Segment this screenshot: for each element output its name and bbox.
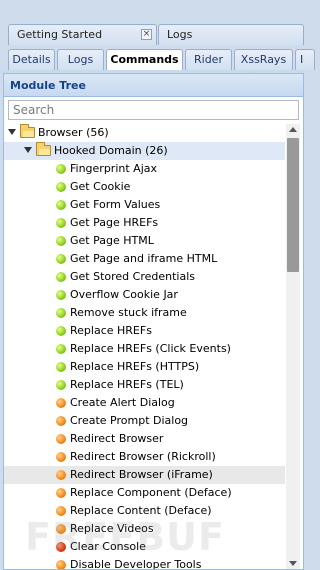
status-orange-icon: [56, 434, 66, 444]
panel-title: Module Tree: [4, 74, 303, 97]
module-label: Create Prompt Dialog: [70, 414, 189, 427]
tab-label: Getting Started: [17, 28, 103, 41]
status-orange-icon: [56, 452, 66, 462]
status-green-icon: [56, 308, 66, 318]
tab-details[interactable]: Details: [8, 49, 55, 70]
module-item[interactable]: Get Cookie: [4, 178, 285, 196]
vertical-scrollbar[interactable]: [286, 124, 300, 569]
module-label: Redirect Browser (iFrame): [70, 468, 213, 481]
status-green-icon: [56, 326, 66, 336]
module-item[interactable]: Replace HREFs (HTTPS): [4, 358, 285, 376]
scrollbar-thumb[interactable]: [287, 138, 299, 272]
folder-open-icon: [36, 142, 51, 156]
module-label: Replace HREFs (Click Events): [70, 342, 231, 355]
tab-label: XssRays: [240, 53, 287, 66]
module-label: Get Page HTML: [70, 234, 154, 247]
module-item[interactable]: Get Page HREFs: [4, 214, 285, 232]
status-green-icon: [56, 254, 66, 264]
tree-node-label: Browser (56): [38, 126, 109, 139]
tree-node-hooked-domain[interactable]: Hooked Domain (26): [4, 142, 285, 160]
status-orange-icon: [56, 416, 66, 426]
module-item[interactable]: Replace HREFs (Click Events): [4, 340, 285, 358]
status-orange-icon: [56, 398, 66, 408]
status-green-icon: [56, 182, 66, 192]
module-label: Redirect Browser: [70, 432, 164, 445]
module-item[interactable]: Get Form Values: [4, 196, 285, 214]
scroll-down-icon[interactable]: [289, 561, 297, 566]
status-orange-icon: [56, 470, 66, 480]
tab-logs-top[interactable]: Logs: [158, 24, 304, 45]
module-label: Replace HREFs (HTTPS): [70, 360, 200, 373]
module-item[interactable]: Replace HREFs (TEL): [4, 376, 285, 394]
module-item[interactable]: Replace Component (Deface): [4, 484, 285, 502]
tree-node-browser[interactable]: Browser (56): [4, 124, 285, 142]
chevron-down-icon[interactable]: [8, 129, 16, 135]
module-item[interactable]: Create Prompt Dialog: [4, 412, 285, 430]
module-label: Redirect Browser (Rickroll): [70, 450, 216, 463]
module-label: Get Stored Credentials: [70, 270, 196, 283]
module-item[interactable]: Redirect Browser (iFrame): [4, 466, 285, 484]
module-tree-panel: Module Tree Browser (56) Hooked Domain (…: [3, 73, 304, 570]
module-label: Replace Component (Deface): [70, 486, 232, 499]
watermark-logo: FREEBUF: [25, 515, 225, 559]
tab-logs[interactable]: Logs: [57, 49, 104, 70]
status-green-icon: [56, 272, 66, 282]
tab-commands[interactable]: Commands: [106, 49, 183, 71]
module-label: Get Page HREFs: [70, 216, 159, 229]
status-green-icon: [56, 362, 66, 372]
module-label: Get Page and iframe HTML: [70, 252, 218, 265]
tab-overflow[interactable]: I: [295, 49, 315, 70]
module-label: Get Cookie: [70, 180, 131, 193]
tab-label: Logs: [67, 53, 94, 66]
module-item[interactable]: Replace HREFs: [4, 322, 285, 340]
tree-node-label: Hooked Domain (26): [54, 144, 168, 157]
close-icon[interactable]: ×: [141, 29, 152, 40]
status-green-icon: [56, 218, 66, 228]
module-item[interactable]: Get Page and iframe HTML: [4, 250, 285, 268]
scroll-up-icon[interactable]: [289, 127, 297, 132]
tab-label: Details: [12, 53, 51, 66]
status-green-icon: [56, 164, 66, 174]
module-item[interactable]: Redirect Browser: [4, 430, 285, 448]
module-item[interactable]: Redirect Browser (Rickroll): [4, 448, 285, 466]
chevron-down-icon[interactable]: [24, 147, 32, 153]
module-item[interactable]: Get Page HTML: [4, 232, 285, 250]
module-item[interactable]: Create Alert Dialog: [4, 394, 285, 412]
top-tab-bar: Getting Started × Logs: [0, 0, 307, 47]
tab-label: Rider: [194, 53, 223, 66]
status-green-icon: [56, 344, 66, 354]
tab-label: Logs: [167, 28, 193, 41]
status-green-icon: [56, 236, 66, 246]
module-item[interactable]: Get Stored Credentials: [4, 268, 285, 286]
status-green-icon: [56, 200, 66, 210]
tab-xssrays[interactable]: XssRays: [234, 49, 293, 70]
tab-getting-started[interactable]: Getting Started ×: [8, 24, 157, 45]
status-orange-icon: [56, 488, 66, 498]
module-item[interactable]: Overflow Cookie Jar: [4, 286, 285, 304]
module-label: Replace HREFs (TEL): [70, 378, 184, 391]
module-label: Disable Developer Tools: [70, 558, 202, 569]
tab-rider[interactable]: Rider: [185, 49, 232, 70]
folder-open-icon: [20, 124, 35, 138]
module-tree: Browser (56) Hooked Domain (26) Fingerpr…: [4, 124, 285, 569]
search-input[interactable]: [8, 100, 299, 120]
sub-tab-bar: Details Logs Commands Rider XssRays I: [0, 47, 315, 71]
status-green-icon: [56, 290, 66, 300]
module-item[interactable]: Remove stuck iframe: [4, 304, 285, 322]
module-item[interactable]: Fingerprint Ajax: [4, 160, 285, 178]
status-orange-icon: [56, 560, 66, 569]
module-label: Overflow Cookie Jar: [70, 288, 178, 301]
module-label: Create Alert Dialog: [70, 396, 175, 409]
module-label: Fingerprint Ajax: [70, 162, 158, 175]
tab-label: I: [300, 53, 304, 66]
module-label: Get Form Values: [70, 198, 161, 211]
tab-label: Commands: [110, 53, 179, 66]
module-label: Replace HREFs: [70, 324, 152, 337]
module-label: Remove stuck iframe: [70, 306, 187, 319]
status-green-icon: [56, 380, 66, 390]
